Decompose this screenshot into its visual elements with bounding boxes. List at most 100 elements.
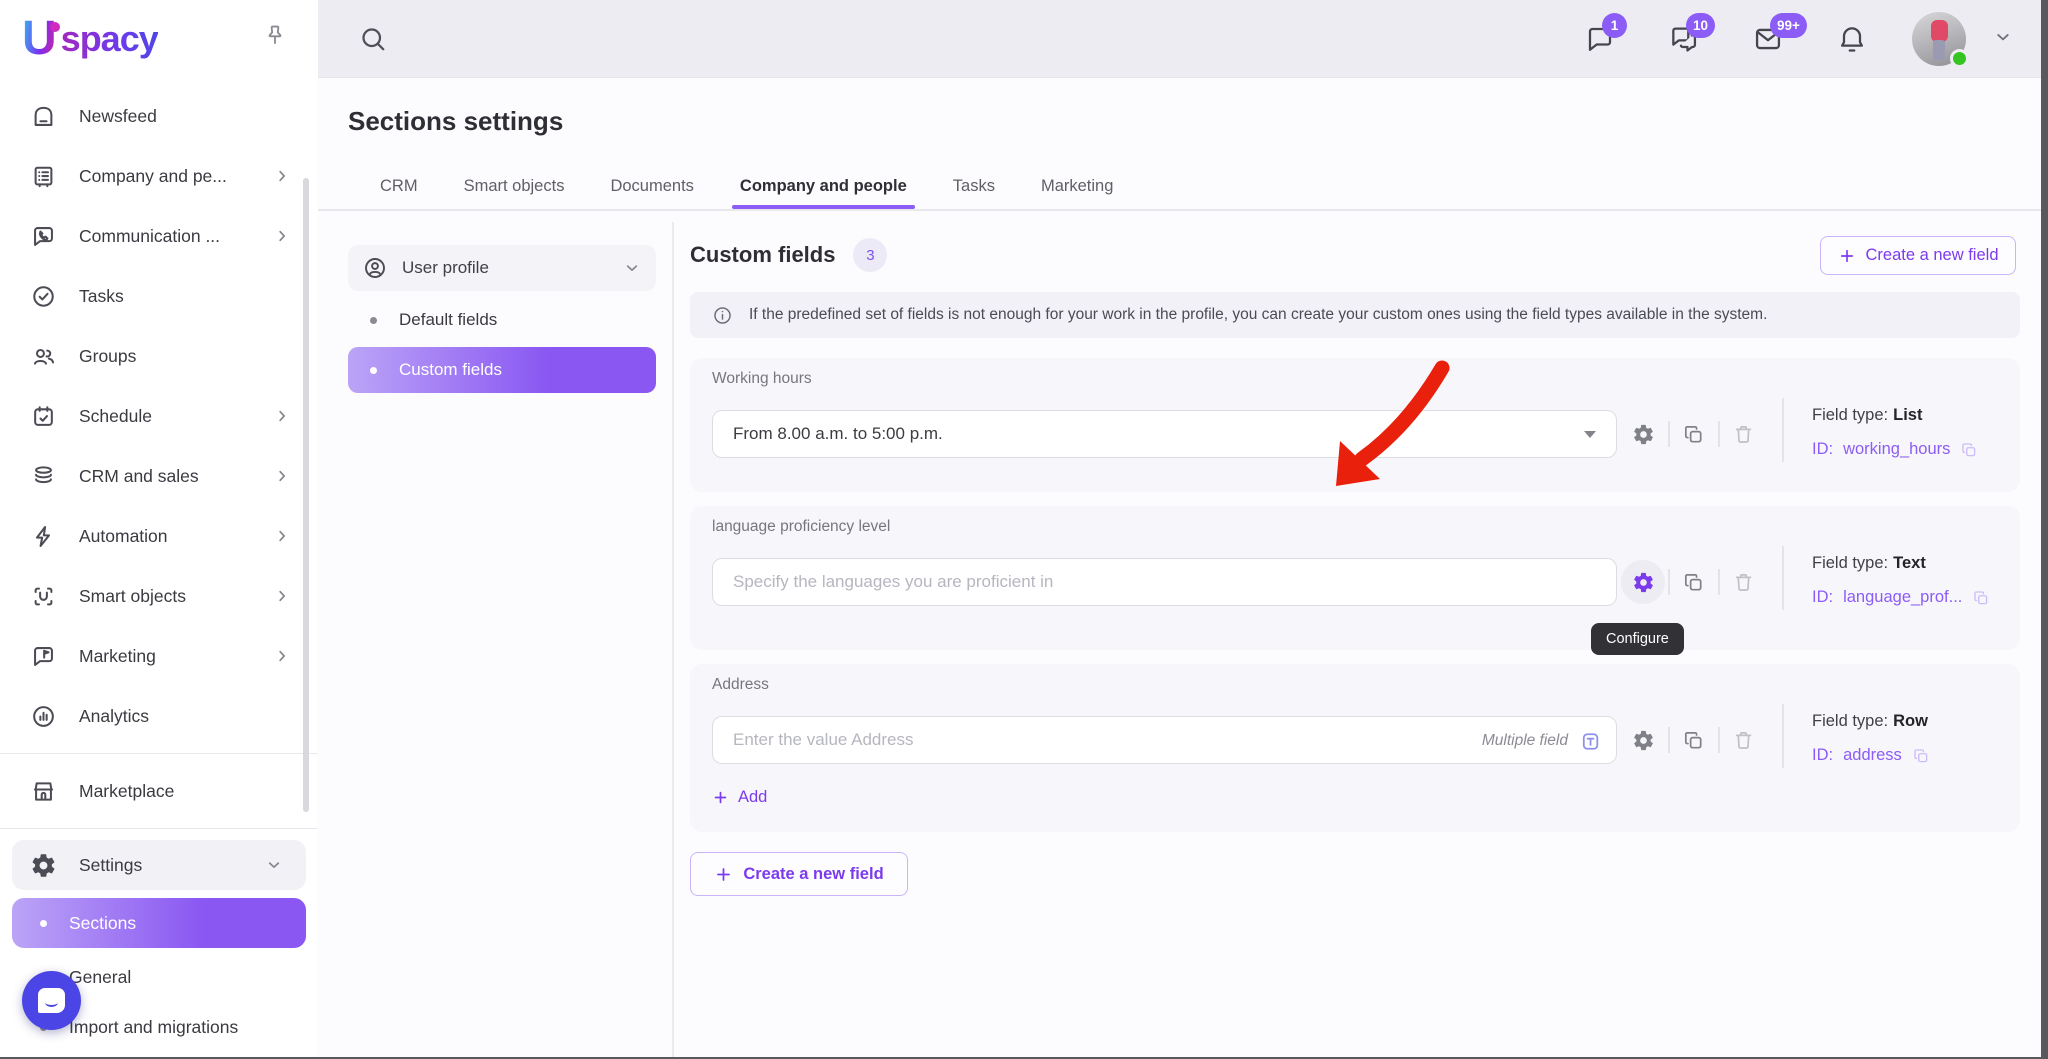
delete-field-icon[interactable] xyxy=(1726,723,1760,757)
info-banner: If the predefined set of fields is not e… xyxy=(690,292,2020,338)
copy-id-icon[interactable] xyxy=(1972,589,1990,607)
field-card-language-proficiency: language proficiency level Field type:Te… xyxy=(690,506,2020,650)
check-circle-icon xyxy=(30,283,57,310)
multiple-field-icon[interactable] xyxy=(1577,729,1602,754)
account-chevron-down-icon[interactable] xyxy=(1992,26,2014,53)
field-type-line: Field type: Text xyxy=(1812,554,1926,573)
window-scrollbar[interactable] xyxy=(2041,0,2048,1059)
tabs-divider xyxy=(318,209,2048,211)
team-chats-badge: 10 xyxy=(1686,13,1716,38)
tab-company-and-people[interactable]: Company and people xyxy=(730,168,917,209)
bullet-dot xyxy=(370,316,377,324)
chat-icon[interactable]: 1 xyxy=(1584,13,1627,55)
configure-field-icon[interactable] xyxy=(1626,723,1660,757)
configure-field-icon[interactable] xyxy=(1626,417,1660,451)
create-new-field-button-bottom[interactable]: Create a new field xyxy=(690,852,908,896)
icon-separator xyxy=(1668,727,1670,753)
avatar[interactable] xyxy=(1912,12,1969,68)
pin-sidebar-icon[interactable] xyxy=(262,22,288,53)
sidebar-item-automation[interactable]: Automation xyxy=(0,506,318,566)
multiple-field-tag: Multiple field xyxy=(1482,717,1602,765)
user-profile-group[interactable]: User profile xyxy=(348,245,656,291)
sidebar-item-crm-and-sales[interactable]: CRM and sales xyxy=(0,446,318,506)
main-area: Sections settings CRM Smart objects Docu… xyxy=(318,78,2048,1059)
duplicate-field-icon[interactable] xyxy=(1676,723,1710,757)
field-id-line[interactable]: ID: language_prof... xyxy=(1812,588,1990,607)
sidebar-item-tasks[interactable]: Tasks xyxy=(0,266,318,326)
field-id-line[interactable]: ID: working_hours xyxy=(1812,440,1978,459)
home-icon xyxy=(30,103,57,130)
sidebar-item-groups[interactable]: Groups xyxy=(0,326,318,386)
sidebar-item-smart-objects[interactable]: Smart objects xyxy=(0,566,318,626)
marketing-icon xyxy=(30,643,57,670)
subnav-item-default-fields[interactable]: Default fields xyxy=(348,303,656,337)
tab-documents[interactable]: Documents xyxy=(600,168,703,209)
chevron-right-icon xyxy=(272,646,292,666)
create-new-field-button[interactable]: Create a new field xyxy=(1820,236,2016,275)
field-type-value: List xyxy=(1893,406,1923,424)
sidebar-item-company-and-people[interactable]: Company and pe... xyxy=(0,146,318,206)
field-info-divider xyxy=(1782,546,1784,610)
field-label: Working hours xyxy=(712,370,812,387)
delete-field-icon[interactable] xyxy=(1726,565,1760,599)
add-value-button[interactable]: Add xyxy=(712,788,767,807)
tab-tasks[interactable]: Tasks xyxy=(943,168,1005,209)
tab-smart-objects[interactable]: Smart objects xyxy=(454,168,575,209)
sidebar-item-marketing[interactable]: Marketing xyxy=(0,626,318,686)
search-icon[interactable] xyxy=(358,24,388,54)
configure-tooltip: Configure xyxy=(1591,623,1684,655)
create-new-field-label: Create a new field xyxy=(743,864,884,883)
mail-icon[interactable]: 99+ xyxy=(1752,13,1807,55)
sidebar-item-schedule[interactable]: Schedule xyxy=(0,386,318,446)
communication-icon xyxy=(30,223,57,250)
database-icon xyxy=(30,463,57,490)
address-input[interactable] xyxy=(713,717,1616,763)
caret-down-icon xyxy=(1584,430,1596,438)
subnav-item-custom-fields[interactable]: Custom fields xyxy=(348,347,656,393)
sidebar-scrollbar[interactable] xyxy=(303,178,309,812)
store-icon xyxy=(30,778,57,805)
copy-id-icon[interactable] xyxy=(1912,747,1930,765)
field-id-label: ID: xyxy=(1812,588,1834,606)
content-heading: Custom fields xyxy=(690,242,836,267)
support-chat-button[interactable] xyxy=(22,971,81,1030)
tab-marketing[interactable]: Marketing xyxy=(1031,168,1123,209)
sidebar-item-analytics[interactable]: Analytics xyxy=(0,686,318,746)
sidebar-item-label: Settings xyxy=(79,854,143,875)
sidebar-item-sections[interactable]: Sections xyxy=(12,898,306,948)
gear-icon xyxy=(30,852,57,879)
sidebar-item-communication[interactable]: Communication ... xyxy=(0,206,318,266)
multiple-field-label: Multiple field xyxy=(1481,732,1568,749)
chat-bubble-icon xyxy=(38,988,65,1013)
sidebar-item-marketplace[interactable]: Marketplace xyxy=(0,761,318,821)
configure-field-icon[interactable] xyxy=(1621,560,1665,604)
info-icon xyxy=(712,305,733,326)
delete-field-icon[interactable] xyxy=(1726,417,1760,451)
chevron-right-icon xyxy=(272,526,292,546)
tab-crm[interactable]: CRM xyxy=(370,168,428,209)
bell-icon[interactable] xyxy=(1836,23,1868,55)
duplicate-field-icon[interactable] xyxy=(1676,565,1710,599)
sidebar-item-settings[interactable]: Settings xyxy=(12,840,306,890)
language-proficiency-input[interactable] xyxy=(713,559,1616,605)
field-id-label: ID: xyxy=(1812,440,1834,458)
working-hours-select[interactable]: From 8.00 a.m. to 5:00 p.m. xyxy=(712,410,1617,458)
field-info-divider xyxy=(1782,398,1784,462)
team-chats-icon[interactable]: 10 xyxy=(1668,13,1716,55)
field-info-divider xyxy=(1782,704,1784,768)
online-status-dot xyxy=(1950,49,1969,68)
language-input-wrap xyxy=(712,558,1617,606)
uspacy-logo[interactable]: U spacy xyxy=(22,12,159,66)
chevron-right-icon xyxy=(272,166,292,186)
field-id-value: working_hours xyxy=(1843,440,1951,458)
field-type-value: Row xyxy=(1893,712,1928,730)
sidebar-item-newsfeed[interactable]: Newsfeed xyxy=(0,86,318,146)
content-divider xyxy=(672,222,674,1059)
plus-icon xyxy=(712,789,729,806)
field-card-working-hours: Working hours From 8.00 a.m. to 5:00 p.m… xyxy=(690,358,2020,492)
duplicate-field-icon[interactable] xyxy=(1676,417,1710,451)
field-id-line[interactable]: ID: address xyxy=(1812,746,1930,765)
icon-separator xyxy=(1718,421,1720,447)
chevron-right-icon xyxy=(272,586,292,606)
copy-id-icon[interactable] xyxy=(1960,441,1978,459)
